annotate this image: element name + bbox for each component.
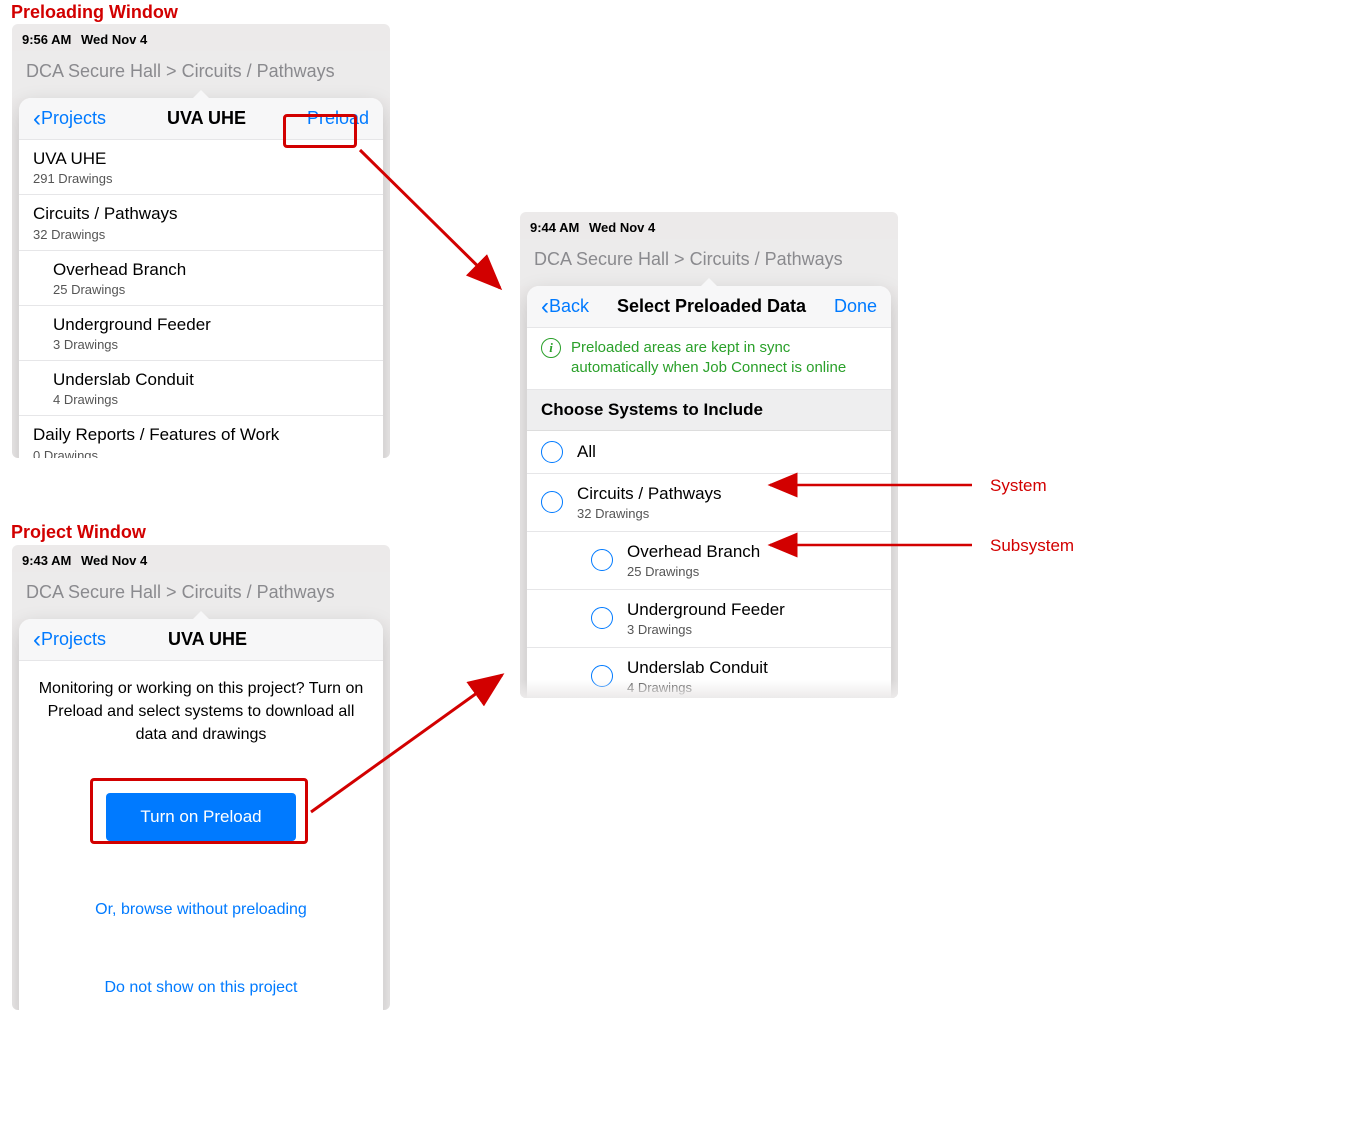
back-label: Projects [41,629,106,650]
list-item[interactable]: Underslab Conduit 4 Drawings [19,361,383,416]
radio-unchecked-icon[interactable] [541,441,563,463]
list-item-subtitle: 32 Drawings [33,227,369,242]
list-item[interactable]: Underground Feeder 3 Drawings [19,306,383,361]
info-icon: i [541,338,561,358]
list-item[interactable]: Daily Reports / Features of Work 0 Drawin… [19,416,383,458]
annot-system: System [990,476,1047,496]
radio-unchecked-icon[interactable] [591,607,613,629]
checkbox-row[interactable]: Circuits / Pathways 32 Drawings [527,474,891,532]
back-button[interactable]: ‹ Back [541,296,589,317]
back-label: Back [549,296,589,317]
select-preloaded-panel: 9:44 AM Wed Nov 4 DCA Secure Hall > Circ… [520,212,898,698]
chevron-left-icon: ‹ [541,298,549,316]
checkbox-row[interactable]: Underslab Conduit 4 Drawings [527,648,891,699]
nav-row: ‹ Back Select Preloaded Data Done [527,286,891,328]
status-date: Wed Nov 4 [81,553,147,568]
list-item[interactable]: Circuits / Pathways 32 Drawings [19,195,383,250]
select-popover: ‹ Back Select Preloaded Data Done i Prel… [527,286,891,698]
popover-arrow-icon [699,278,719,288]
nav-title: Select Preloaded Data [617,296,806,317]
status-bar: 9:44 AM Wed Nov 4 [520,212,898,239]
list-item-title: Underground Feeder [53,314,369,335]
checkbox-row[interactable]: All [527,431,891,474]
section-header: Choose Systems to Include [527,390,891,431]
checkbox-row-title: Underslab Conduit [627,658,768,678]
popover-arrow-icon [191,611,211,621]
label-preloading-window: Preloading Window [11,2,178,23]
list-item[interactable]: Overhead Branch 25 Drawings [19,251,383,306]
list-item-subtitle: 3 Drawings [53,337,369,352]
status-date: Wed Nov 4 [81,32,147,47]
status-date: Wed Nov 4 [589,220,655,235]
popover-arrow-icon [191,90,211,100]
list-item-title: Underslab Conduit [53,369,369,390]
checkbox-row-subtitle: 25 Drawings [627,564,760,579]
list-item-title: Daily Reports / Features of Work [33,424,369,445]
chevron-left-icon: ‹ [33,631,41,649]
back-button[interactable]: ‹ Projects [33,629,106,650]
radio-unchecked-icon[interactable] [591,549,613,571]
preloading-panel: 9:56 AM Wed Nov 4 DCA Secure Hall > Circ… [12,24,390,458]
checkbox-row[interactable]: Overhead Branch 25 Drawings [527,532,891,590]
radio-unchecked-icon[interactable] [541,491,563,513]
checkbox-row-subtitle: 3 Drawings [627,622,785,637]
annot-subsystem: Subsystem [990,536,1074,556]
list-item-title: Circuits / Pathways [33,203,369,224]
list-item[interactable]: UVA UHE 291 Drawings [19,140,383,195]
chevron-left-icon: ‹ [33,110,41,128]
nav-row: ‹ Projects UVA UHE [19,619,383,661]
preload-popover: ‹ Projects UVA UHE Preload UVA UHE 291 Dr… [19,98,383,458]
list-item-subtitle: 4 Drawings [53,392,369,407]
status-time: 9:44 AM [530,220,579,235]
preload-action[interactable]: Preload [307,108,369,129]
prompt-message: Monitoring or working on this project? T… [33,677,369,747]
list-item-subtitle: 291 Drawings [33,171,369,186]
list-item-title: UVA UHE [33,148,369,169]
status-time: 9:43 AM [22,553,71,568]
list-item-title: Overhead Branch [53,259,369,280]
checkbox-row-title: Underground Feeder [627,600,785,620]
turn-on-preload-button[interactable]: Turn on Preload [106,793,296,841]
project-popover: ‹ Projects UVA UHE Monitoring or working… [19,619,383,1010]
nav-title: UVA UHE [168,629,247,650]
label-project-window: Project Window [11,522,146,543]
back-label: Projects [41,108,106,129]
checkbox-row-subtitle: 32 Drawings [577,506,722,521]
do-not-show-link[interactable]: Do not show on this project [33,979,369,997]
project-panel: 9:43 AM Wed Nov 4 DCA Secure Hall > Circ… [12,545,390,1010]
done-action[interactable]: Done [834,296,877,317]
nav-row: ‹ Projects UVA UHE Preload [19,98,383,140]
nav-title: UVA UHE [167,108,246,129]
status-time: 9:56 AM [22,32,71,47]
checkbox-row[interactable]: Underground Feeder 3 Drawings [527,590,891,648]
checkbox-row-title: Circuits / Pathways [577,484,722,504]
info-banner: i Preloaded areas are kept in sync autom… [527,328,891,390]
list-item-subtitle: 25 Drawings [53,282,369,297]
status-bar: 9:56 AM Wed Nov 4 [12,24,390,51]
status-bar: 9:43 AM Wed Nov 4 [12,545,390,572]
back-button[interactable]: ‹ Projects [33,108,106,129]
radio-unchecked-icon[interactable] [591,665,613,687]
list-item-subtitle: 0 Drawings [33,448,369,459]
browse-without-preloading-link[interactable]: Or, browse without preloading [33,901,369,919]
info-text: Preloaded areas are kept in sync automat… [571,338,877,379]
checkbox-row-subtitle: 4 Drawings [627,680,768,695]
checkbox-row-title: Overhead Branch [627,542,760,562]
prompt-body: Monitoring or working on this project? T… [19,661,383,1010]
checkbox-row-title: All [577,442,596,462]
